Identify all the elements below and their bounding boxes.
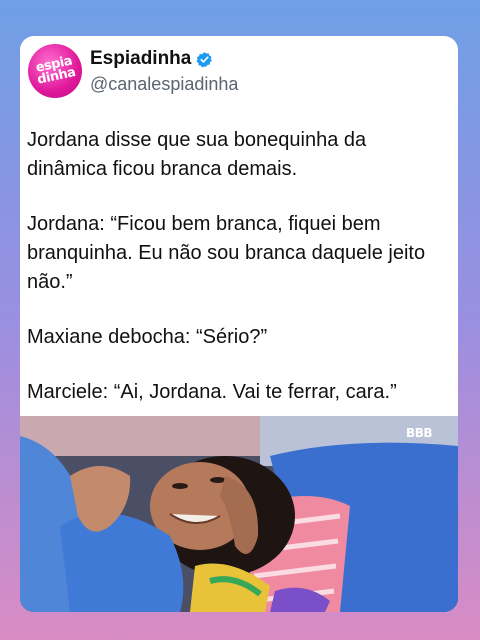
video-frame (20, 416, 458, 612)
tweet-body: Jordana disse que sua bonequinha da dinâ… (27, 126, 447, 433)
account-name[interactable]: Espiadinha (90, 48, 191, 70)
avatar-logo: espia dinha (34, 54, 76, 88)
bbb-logo: BBB (406, 426, 432, 440)
tweet-paragraph: Marciele: “Ai, Jordana. Vai te ferrar, c… (27, 381, 397, 403)
tweet-card: espia dinha Espiadinha @canalespiadinha … (20, 36, 458, 612)
verified-badge-icon (196, 51, 213, 67)
tweet-paragraph: Jordana: “Ficou bem branca, fiquei bem b… (27, 213, 426, 293)
account-handle[interactable]: @canalespiadinha (90, 74, 238, 95)
tweet-paragraph: Jordana disse que sua bonequinha da dinâ… (27, 129, 367, 180)
tweet-media[interactable]: BBB (20, 416, 458, 612)
name-row: Espiadinha (90, 48, 213, 70)
avatar[interactable]: espia dinha (28, 44, 82, 98)
tweet-header: espia dinha Espiadinha @canalespiadinha (28, 44, 448, 104)
tweet-paragraph: Maxiane debocha: “Sério?” (27, 326, 268, 348)
